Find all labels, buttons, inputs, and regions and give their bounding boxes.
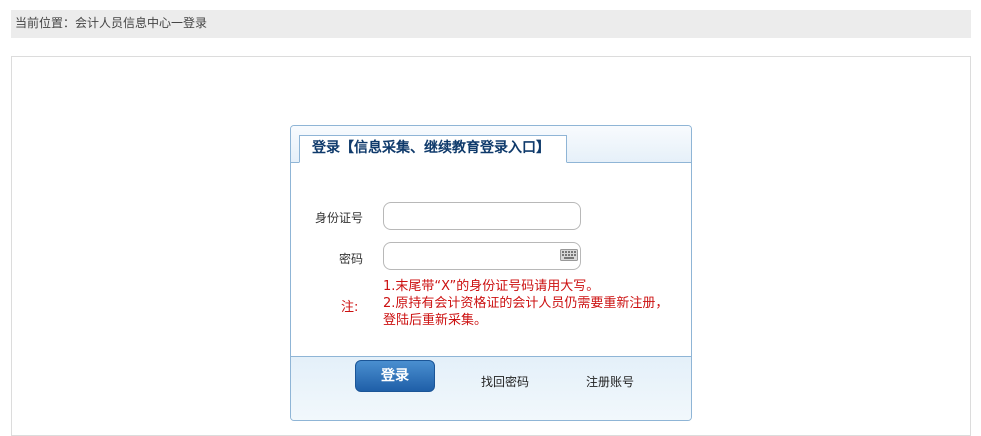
login-header: 登录【信息采集、继续教育登录入口】	[291, 126, 691, 163]
login-footer: 登录 找回密码 注册账号	[291, 356, 691, 420]
keyboard-icon[interactable]	[560, 249, 578, 261]
login-tab[interactable]: 登录【信息采集、继续教育登录入口】	[299, 135, 567, 163]
id-number-label: 身份证号	[314, 211, 363, 225]
breadcrumb: 当前位置：会计人员信息中心一登录	[11, 10, 971, 38]
login-button[interactable]: 登录	[355, 360, 435, 392]
login-box: 登录【信息采集、继续教育登录入口】 身份证号 密码 注: 1.末尾带“X”的身份…	[290, 125, 692, 421]
forgot-password-link[interactable]: 找回密码	[481, 373, 529, 390]
id-number-input[interactable]	[383, 202, 581, 230]
password-label: 密码	[338, 252, 363, 266]
login-tab-title: 登录【信息采集、继续教育登录入口】	[312, 140, 550, 156]
breadcrumb-text: 当前位置：会计人员信息中心一登录	[15, 16, 208, 30]
password-input[interactable]	[383, 242, 581, 270]
note-label: 注:	[341, 300, 359, 315]
note-line-3: 登陆后重新采集。	[383, 313, 488, 328]
note-line-2: 2.原持有会计资格证的会计人员仍需要重新注册，	[383, 296, 669, 311]
note-line-1: 1.末尾带“X”的身份证号码请用大写。	[383, 279, 600, 294]
register-link[interactable]: 注册账号	[586, 373, 634, 390]
